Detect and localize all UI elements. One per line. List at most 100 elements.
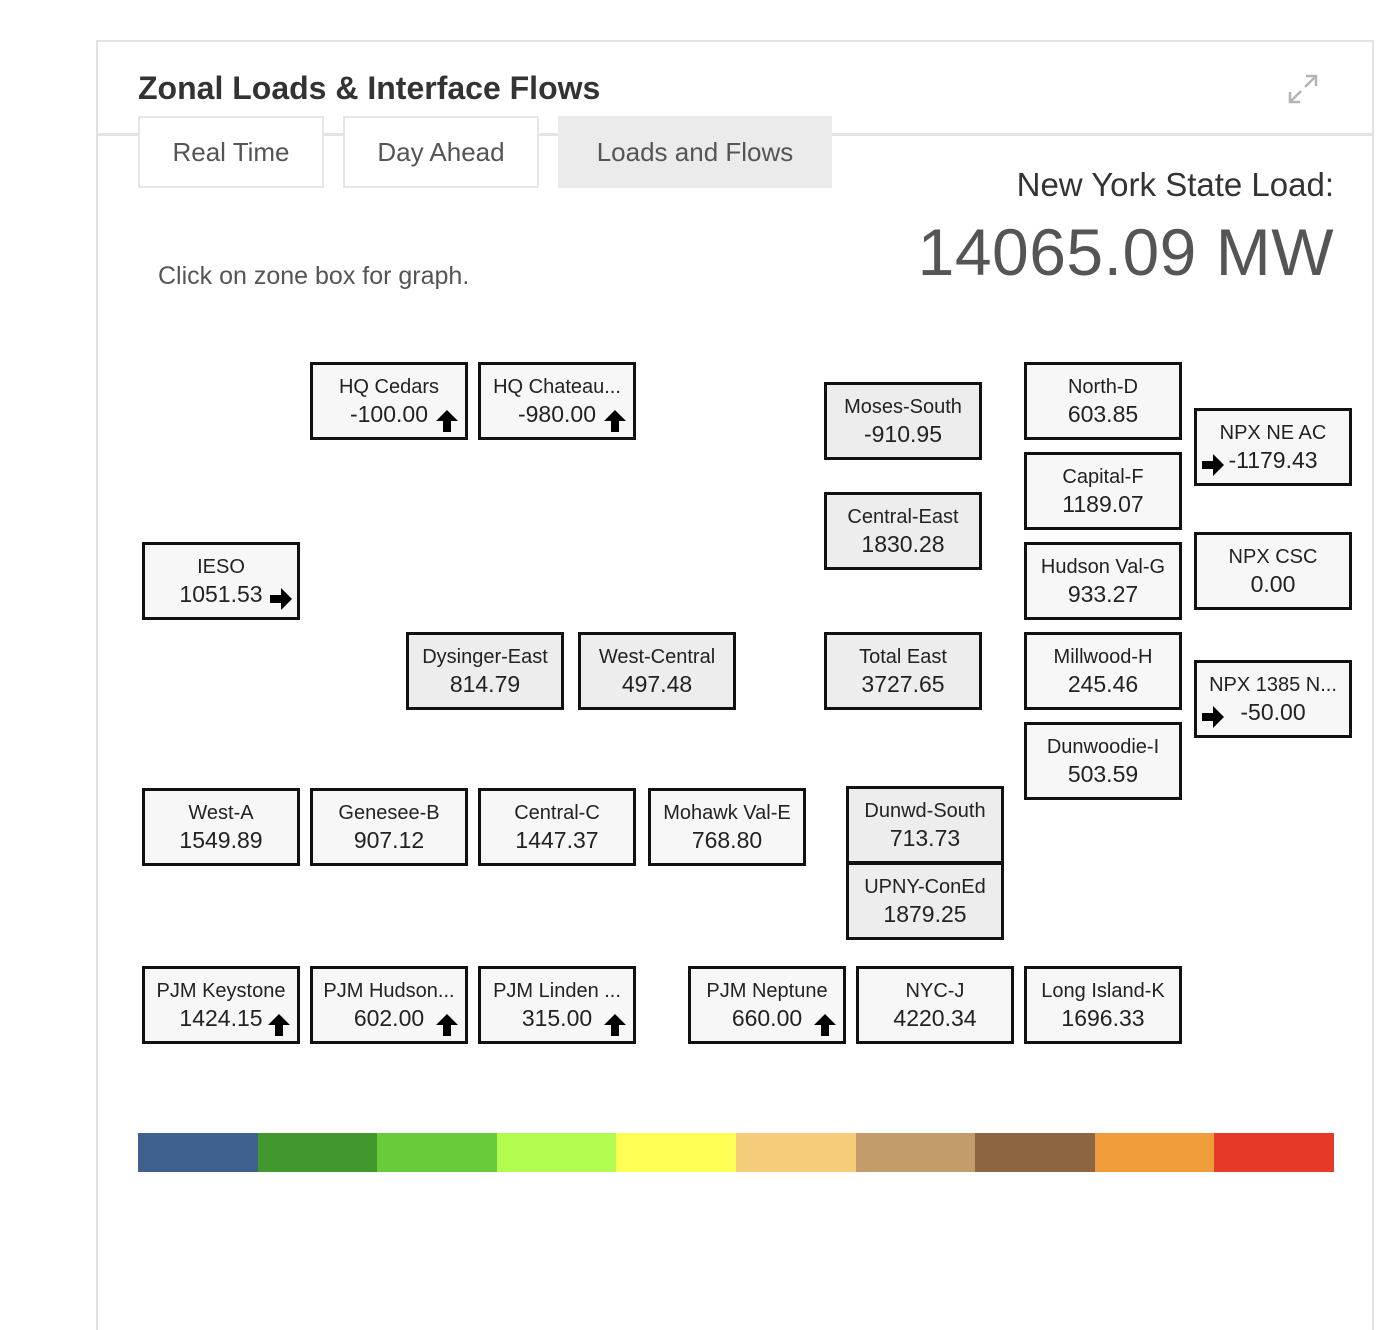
zone-value: 1830.28	[861, 531, 945, 557]
zone-value: 1549.89	[179, 827, 263, 853]
tab-real-time[interactable]: Real Time	[138, 116, 324, 188]
zone-box-moses-south[interactable]: Moses-South -910.95	[824, 382, 982, 460]
zone-name: HQ Chateau...	[493, 376, 621, 398]
zone-name: Genesee-B	[338, 802, 440, 824]
legend-swatch	[377, 1133, 497, 1172]
zone-box-pjm-neptune[interactable]: PJM Neptune 660.00	[688, 966, 846, 1044]
panel-title: Zonal Loads & Interface Flows	[138, 70, 601, 106]
zone-box-npx-ne-ac[interactable]: NPX NE AC -1179.43	[1194, 408, 1352, 486]
zone-value: 1189.07	[1062, 491, 1144, 517]
zone-value: 713.73	[889, 825, 961, 851]
zone-box-nyc-j[interactable]: NYC-J 4220.34	[856, 966, 1014, 1044]
state-load-value: 14065.09 MW	[917, 215, 1334, 289]
hint-text: Click on zone box for graph.	[158, 262, 470, 290]
zone-name: Long Island-K	[1041, 980, 1165, 1002]
legend-swatch	[138, 1133, 258, 1172]
zone-name: Mohawk Val-E	[663, 802, 791, 824]
zone-box-npx-1385[interactable]: NPX 1385 N... -50.00	[1194, 660, 1352, 738]
zone-value: 768.80	[691, 827, 763, 853]
zone-value: 1879.25	[883, 901, 967, 927]
zone-name: UPNY-ConEd	[864, 876, 986, 898]
arrow-up-icon	[814, 1014, 836, 1036]
zone-box-dysinger-east[interactable]: Dysinger-East 814.79	[406, 632, 564, 710]
legend-swatch	[496, 1133, 617, 1172]
zone-name: West-A	[188, 802, 254, 824]
zone-value: 245.46	[1067, 671, 1139, 697]
zone-box-long-island-k[interactable]: Long Island-K 1696.33	[1024, 966, 1182, 1044]
zone-name: Hudson Val-G	[1040, 556, 1166, 578]
state-load-label: New York State Load:	[1016, 166, 1334, 203]
zone-value: 1447.37	[515, 827, 599, 853]
zone-box-mohawk-val-e[interactable]: Mohawk Val-E 768.80	[648, 788, 806, 866]
zone-value: 503.59	[1067, 761, 1139, 787]
zone-box-central-east[interactable]: Central-East 1830.28	[824, 492, 982, 570]
zone-name: NPX 1385 N...	[1209, 674, 1337, 696]
zone-box-west-central[interactable]: West-Central 497.48	[578, 632, 736, 710]
zone-box-dunwoodie-i[interactable]: Dunwoodie-I 503.59	[1024, 722, 1182, 800]
zone-value: 3727.65	[861, 671, 945, 697]
zone-name: NPX NE AC	[1219, 422, 1327, 444]
zone-name: NPX CSC	[1228, 546, 1318, 568]
zone-box-west-a[interactable]: West-A 1549.89	[142, 788, 300, 866]
zone-box-central-c[interactable]: Central-C 1447.37	[478, 788, 636, 866]
zone-name: Dunwd-South	[864, 800, 986, 822]
zone-name: Dunwoodie-I	[1046, 736, 1160, 758]
zone-value: 603.85	[1067, 401, 1139, 427]
zone-box-millwood-h[interactable]: Millwood-H 245.46	[1024, 632, 1182, 710]
zone-name: HQ Cedars	[338, 376, 440, 398]
zone-name: PJM Neptune	[706, 980, 828, 1002]
zone-name: NYC-J	[905, 980, 965, 1002]
zone-box-north-d[interactable]: North-D 603.85	[1024, 362, 1182, 440]
zone-value: 814.79	[449, 671, 521, 697]
arrow-up-icon	[604, 1014, 626, 1036]
zone-value: 4220.34	[893, 1005, 977, 1031]
zone-name: PJM Hudson...	[323, 980, 455, 1002]
tab-day-ahead[interactable]: Day Ahead	[343, 116, 539, 188]
zone-box-upny-coned[interactable]: UPNY-ConEd 1879.25	[846, 862, 1004, 940]
legend-swatch	[735, 1133, 856, 1172]
arrow-right-icon	[1202, 454, 1224, 476]
zone-name: West-Central	[598, 646, 716, 668]
zone-box-dunwd-south[interactable]: Dunwd-South 713.73	[846, 786, 1004, 864]
expand-icon[interactable]	[1286, 72, 1320, 106]
legend-swatch	[1214, 1133, 1334, 1172]
zone-box-ieso[interactable]: IESO 1051.53	[142, 542, 300, 620]
arrow-right-icon	[1202, 706, 1224, 728]
zone-name: Total East	[859, 646, 947, 668]
zone-box-npx-csc[interactable]: NPX CSC 0.00	[1194, 532, 1352, 610]
zone-box-genesee-b[interactable]: Genesee-B 907.12	[310, 788, 468, 866]
zone-name: Dysinger-East	[422, 646, 548, 668]
zone-value: 1696.33	[1061, 1005, 1145, 1031]
zone-box-pjm-keystone[interactable]: PJM Keystone 1424.15	[142, 966, 300, 1044]
legend-swatch	[616, 1133, 736, 1172]
zone-value: 497.48	[621, 671, 693, 697]
color-legend	[138, 1133, 1334, 1172]
arrow-up-icon	[436, 410, 458, 432]
legend-swatch	[975, 1133, 1095, 1172]
zone-box-hudson-val-g[interactable]: Hudson Val-G 933.27	[1024, 542, 1182, 620]
arrow-up-icon	[604, 410, 626, 432]
legend-swatch	[1094, 1133, 1215, 1172]
zone-name: PJM Keystone	[156, 980, 286, 1002]
legend-swatch	[855, 1133, 976, 1172]
zone-value: 933.27	[1067, 581, 1139, 607]
zone-value: -910.95	[863, 421, 942, 447]
zone-box-hq-chateauguay[interactable]: HQ Chateau... -980.00	[478, 362, 636, 440]
legend-swatch	[257, 1133, 378, 1172]
arrow-up-icon	[436, 1014, 458, 1036]
zone-name: Central-East	[847, 506, 959, 528]
zone-name: Central-C	[514, 802, 600, 824]
zone-box-capital-f[interactable]: Capital-F 1189.07	[1024, 452, 1182, 530]
arrow-right-icon	[270, 588, 292, 610]
zone-name: North-D	[1067, 376, 1138, 398]
zone-box-pjm-linden[interactable]: PJM Linden ... 315.00	[478, 966, 636, 1044]
zone-name: Capital-F	[1062, 466, 1144, 488]
zone-name: PJM Linden ...	[493, 980, 621, 1002]
tab-loads-and-flows[interactable]: Loads and Flows	[558, 116, 832, 188]
zone-box-pjm-hudson[interactable]: PJM Hudson... 602.00	[310, 966, 468, 1044]
zone-name: IESO	[197, 556, 245, 578]
zone-box-hq-cedars[interactable]: HQ Cedars -100.00	[310, 362, 468, 440]
zone-box-total-east[interactable]: Total East 3727.65	[824, 632, 982, 710]
zone-value: 0.00	[1250, 571, 1296, 597]
arrow-up-icon	[268, 1014, 290, 1036]
